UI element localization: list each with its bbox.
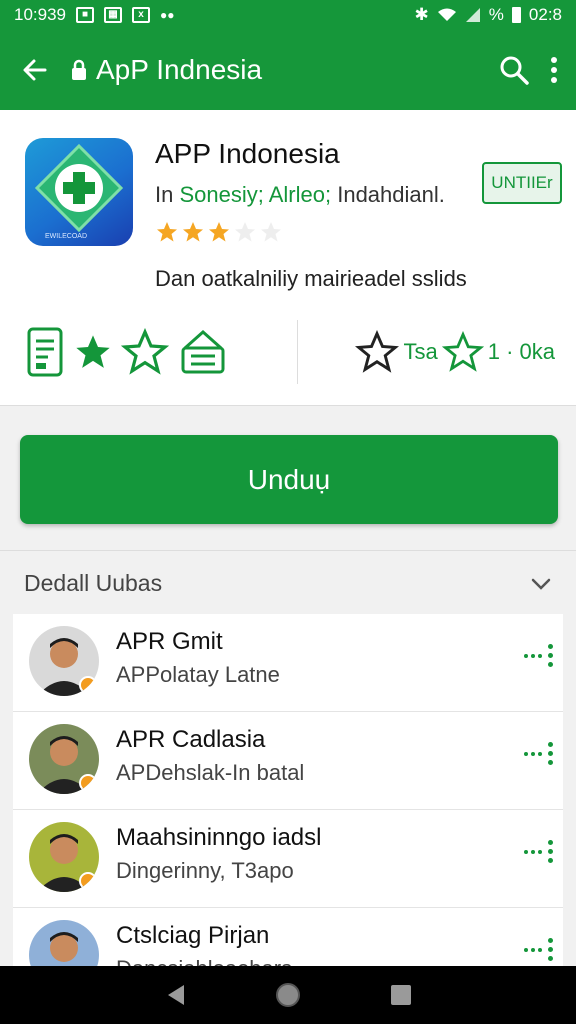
review-subtitle: Dancsiabloaebars... bbox=[116, 956, 310, 966]
shopping-basket-icon[interactable] bbox=[177, 326, 229, 378]
review-row[interactable]: APR Gmit APPolatay Latne bbox=[13, 614, 563, 712]
star-outline-icon[interactable] bbox=[121, 328, 169, 376]
rating-summary-text-2: 1 · 0ka bbox=[487, 339, 555, 364]
rating-star-empty-icon bbox=[235, 222, 255, 242]
section-header[interactable]: Dedall Uubas bbox=[0, 550, 576, 616]
rating-star-filled-icon bbox=[183, 222, 203, 242]
ellipsis-icon bbox=[524, 849, 542, 854]
app-header-card: EWILECOAD APP Indonesia In Sonesiy; Alrl… bbox=[0, 110, 576, 406]
star-filled-icon[interactable] bbox=[73, 332, 113, 372]
avatar bbox=[29, 822, 99, 892]
overflow-menu-icon bbox=[548, 742, 553, 765]
review-name: APR Gmit bbox=[116, 628, 223, 655]
app-bar-title: ApP Indnesia bbox=[96, 54, 263, 85]
app-icon-subtext: EWILECOAD bbox=[45, 233, 88, 240]
avatar bbox=[29, 724, 99, 794]
overflow-menu-icon bbox=[548, 644, 553, 667]
notification-icon: ■ bbox=[76, 7, 94, 23]
review-subtitle: APPolatay Latne bbox=[116, 662, 280, 687]
rating-summary: Tsa 1 · 0ka bbox=[355, 330, 555, 374]
feature-row: Tsa 1 · 0ka bbox=[25, 320, 555, 384]
wifi-icon bbox=[437, 8, 456, 21]
review-subtitle: Dingerinny, T3apo bbox=[116, 858, 294, 883]
install-badge[interactable]: UNTIIEr bbox=[482, 162, 562, 204]
status-time-right: 02:8 bbox=[528, 5, 562, 24]
ellipsis-icon bbox=[524, 653, 542, 658]
signal-icon bbox=[465, 8, 480, 22]
review-name: Ctslciag Pirjan bbox=[116, 922, 270, 949]
rating-summary-text-1: Tsa bbox=[403, 339, 438, 364]
review-more-button[interactable] bbox=[524, 938, 553, 961]
review-name: Maahsininngo iadsl bbox=[116, 824, 322, 851]
person-avatar-icon bbox=[29, 920, 99, 966]
rating-star-filled-icon bbox=[209, 222, 229, 242]
status-bar: 10:939 ■ ▦ x ●● ✱ % 02:8 bbox=[0, 0, 576, 30]
review-subtitle: APDehslak-In batal bbox=[116, 760, 305, 785]
battery-icon bbox=[511, 7, 521, 23]
chevron-down-icon[interactable] bbox=[530, 577, 552, 591]
app-bar-title-container: ApP Indnesia bbox=[70, 54, 262, 86]
avatar bbox=[29, 626, 99, 696]
arrow-left-icon bbox=[23, 59, 47, 81]
star-outline-green-icon bbox=[441, 331, 484, 372]
nav-recents-icon[interactable] bbox=[390, 984, 412, 1006]
app-developer[interactable]: In Sonesiy; Alrleo; Indahdianl. bbox=[155, 182, 445, 208]
avatar-badge bbox=[79, 774, 97, 792]
feature-divider bbox=[297, 320, 298, 384]
document-icon[interactable] bbox=[25, 325, 65, 379]
ellipsis-icon bbox=[524, 947, 542, 952]
app-bar: ApP Indnesia bbox=[0, 30, 576, 110]
avatar-badge bbox=[79, 872, 97, 890]
avatar bbox=[29, 920, 99, 966]
overflow-menu-icon[interactable] bbox=[550, 56, 558, 84]
app-icon: EWILECOAD bbox=[25, 138, 133, 246]
gallery-icon: ▦ bbox=[104, 7, 122, 23]
review-row[interactable]: APR Cadlasia APDehslak-In batal bbox=[13, 712, 563, 810]
bluetooth-icon: ✱ bbox=[414, 5, 429, 24]
plus-diamond-icon bbox=[34, 143, 124, 233]
ellipsis-icon bbox=[524, 751, 542, 756]
rating-star-empty-icon bbox=[261, 222, 281, 242]
star-outline-dark-icon bbox=[355, 330, 400, 373]
review-row[interactable]: Ctslciag Pirjan Dancsiabloaebars... bbox=[13, 908, 563, 966]
search-icon[interactable] bbox=[498, 54, 530, 86]
rating-star-filled-icon bbox=[157, 222, 177, 242]
status-time: 10:939 bbox=[14, 5, 66, 24]
review-list: APR Gmit APPolatay Latne APR Cadlasia APDeh… bbox=[13, 614, 563, 966]
sheets-icon: x bbox=[132, 7, 150, 23]
lock-icon bbox=[72, 59, 86, 80]
back-button[interactable] bbox=[0, 30, 70, 110]
app-description: Dan oatkalniliy mairieadel sslids bbox=[155, 266, 467, 291]
navigation-bar bbox=[0, 966, 576, 1024]
overflow-menu-icon bbox=[548, 840, 553, 863]
more-notifications-icon: ●● bbox=[160, 8, 175, 22]
download-button[interactable]: Unduụ bbox=[20, 435, 558, 524]
review-more-button[interactable] bbox=[524, 840, 553, 863]
nav-home-icon[interactable] bbox=[275, 982, 301, 1008]
review-more-button[interactable] bbox=[524, 644, 553, 667]
app-name: APP Indonesia bbox=[155, 138, 340, 169]
review-more-button[interactable] bbox=[524, 742, 553, 765]
overflow-menu-icon bbox=[548, 938, 553, 961]
nav-back-icon[interactable] bbox=[164, 983, 186, 1007]
battery-percent: % bbox=[488, 5, 504, 24]
avatar-badge bbox=[79, 676, 97, 694]
rating-stars bbox=[155, 220, 283, 244]
review-name: APR Cadlasia bbox=[116, 726, 266, 753]
review-row[interactable]: Maahsininngo iadsl Dingerinny, T3apo bbox=[13, 810, 563, 908]
section-label: Dedall Uubas bbox=[24, 570, 163, 596]
